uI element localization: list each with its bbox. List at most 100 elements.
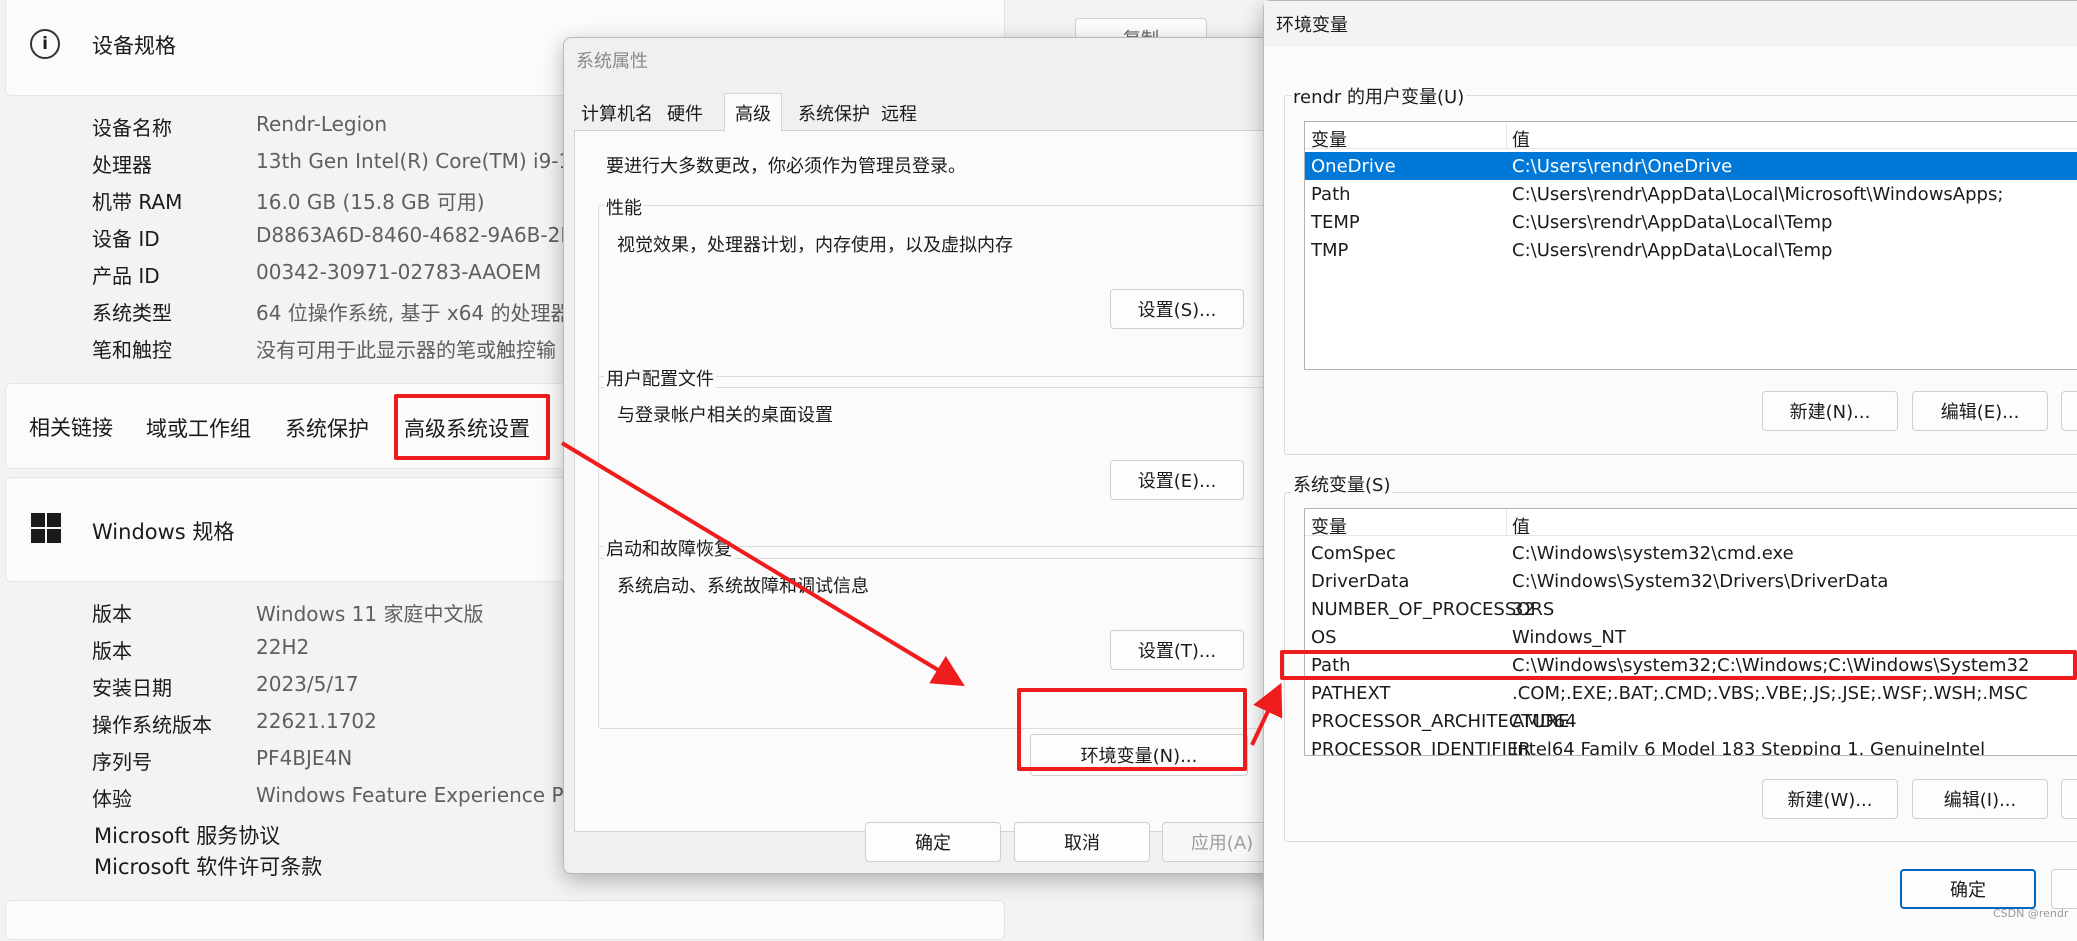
performance-label: 性能: [604, 194, 644, 220]
list-row[interactable]: ComSpec C:\Windows\system32\cmd.exe: [1305, 539, 2077, 567]
spec-value: 00342-30971-02783-AAOEM: [256, 260, 542, 284]
spec-value: 22621.1702: [256, 709, 377, 733]
var-value: C:\Windows\system32\cmd.exe: [1512, 543, 1794, 564]
tab-hardware[interactable]: 硬件: [667, 100, 703, 126]
spec-value: Windows 11 家庭中文版: [256, 602, 484, 626]
col-header-val[interactable]: 值: [1512, 126, 1530, 152]
user-new-button[interactable]: 新建(N)...: [1762, 391, 1898, 431]
info-icon: i: [30, 29, 60, 59]
var-name: PROCESSOR_IDENTIFIER: [1311, 739, 1531, 756]
list-row-selected[interactable]: OneDrive C:\Users\rendr\OneDrive: [1305, 152, 2077, 180]
var-name: OneDrive: [1311, 156, 1396, 177]
var-value: C:\Users\rendr\AppData\Local\Temp: [1512, 240, 1833, 261]
bottom-card: [5, 900, 1005, 940]
list-row[interactable]: PATHEXT .COM;.EXE;.BAT;.CMD;.VBS;.VBE;.JS…: [1305, 679, 2077, 707]
spec-label: 版本: [92, 602, 132, 626]
list-row[interactable]: TMP C:\Users\rendr\AppData\Local\Temp: [1305, 236, 2077, 264]
spec-label: 安装日期: [92, 676, 172, 700]
tab-computer-name[interactable]: 计算机名: [581, 100, 653, 126]
user-delete-button[interactable]: [2061, 391, 2077, 431]
var-value: 32: [1512, 599, 1535, 620]
var-name: PATHEXT: [1311, 683, 1391, 704]
spec-value: Windows Feature Experience Pack: [256, 783, 598, 807]
cancel-button[interactable]: 取消: [1014, 822, 1150, 862]
spec-label: 处理器: [92, 153, 152, 177]
tab-advanced[interactable]: 高级: [724, 93, 782, 131]
col-header-var[interactable]: 变量: [1311, 513, 1347, 539]
user-vars-list[interactable]: 变量 值 OneDrive C:\Users\rendr\OneDrive Pat…: [1304, 121, 2077, 370]
dialog-titlebar: [1264, 1, 2077, 47]
spec-value: 22H2: [256, 635, 310, 659]
system-properties-dialog: 系统属性 计算机名 硬件 高级 系统保护 远程 要进行大多数更改，你必须作为管理…: [563, 37, 1294, 874]
device-spec-title: 设备规格: [92, 34, 176, 58]
user-vars-label: rendr 的用户变量(U): [1291, 83, 1467, 109]
tab-system-protection[interactable]: 系统保护: [798, 100, 870, 126]
link-domain-workgroup[interactable]: 域或工作组: [146, 413, 251, 443]
performance-desc: 视觉效果，处理器计划，内存使用，以及虚拟内存: [617, 235, 1013, 256]
profile-desc: 与登录帐户相关的桌面设置: [617, 405, 833, 426]
var-value: C:\Users\rendr\OneDrive: [1512, 156, 1733, 177]
performance-settings-button[interactable]: 设置(S)...: [1110, 289, 1244, 329]
var-value: .COM;.EXE;.BAT;.CMD;.VBS;.VBE;.JS;.JSE;.…: [1512, 683, 2028, 704]
startup-settings-button[interactable]: 设置(T)...: [1110, 630, 1244, 670]
startup-label: 启动和故障恢复: [604, 535, 734, 561]
spec-value: 16.0 GB (15.8 GB 可用): [256, 190, 485, 214]
env-cancel-button[interactable]: [2051, 869, 2077, 909]
profile-settings-button[interactable]: 设置(E)...: [1110, 460, 1244, 500]
link-ms-license-terms[interactable]: Microsoft 软件许可条款: [94, 851, 322, 881]
spec-value: D8863A6D-8460-4682-9A6B-2F6: [256, 223, 585, 247]
watermark: CSDN @rendr: [1993, 907, 2069, 920]
var-name: OS: [1311, 627, 1337, 648]
spec-label: 产品 ID: [92, 264, 160, 288]
var-name: Path: [1311, 184, 1351, 205]
var-name: TEMP: [1311, 212, 1360, 233]
list-row[interactable]: NUMBER_OF_PROCESSORS 32: [1305, 595, 2077, 623]
list-row[interactable]: OS Windows_NT: [1305, 623, 2077, 651]
admin-note: 要进行大多数更改，你必须作为管理员登录。: [606, 156, 966, 177]
var-value: Windows_NT: [1512, 627, 1626, 648]
list-header: 变量 值: [1305, 509, 2077, 539]
system-delete-button[interactable]: [2061, 779, 2077, 819]
spec-label: 设备 ID: [92, 227, 160, 251]
spec-label: 序列号: [92, 750, 152, 774]
list-row[interactable]: DriverData C:\Windows\System32\Drivers\Dr…: [1305, 567, 2077, 595]
windows-logo-icon: [31, 513, 61, 543]
spec-label: 机带 RAM: [92, 190, 183, 214]
spec-label: 版本: [92, 639, 132, 663]
col-header-val[interactable]: 值: [1512, 513, 1530, 539]
spec-label: 体验: [92, 787, 132, 811]
list-row-path[interactable]: Path C:\Windows\system32;C:\Windows;C:\Wi…: [1305, 651, 2077, 679]
spec-value: 2023/5/17: [256, 672, 359, 696]
profile-label: 用户配置文件: [604, 365, 716, 391]
link-system-protection[interactable]: 系统保护: [285, 413, 369, 443]
var-value: Intel64 Family 6 Model 183 Stepping 1, G…: [1512, 739, 1986, 756]
dialog-title: 系统属性: [576, 51, 648, 72]
link-advanced-system-settings[interactable]: 高级系统设置: [404, 413, 530, 443]
spec-value: Rendr-Legion: [256, 112, 388, 136]
spec-value: PF4BJE4N: [256, 746, 353, 770]
link-ms-service-agreement[interactable]: Microsoft 服务协议: [94, 820, 280, 850]
system-vars-list[interactable]: 变量 值 ComSpec C:\Windows\system32\cmd.exe …: [1304, 508, 2077, 756]
env-vars-button[interactable]: 环境变量(N)...: [1030, 734, 1248, 776]
system-new-button[interactable]: 新建(W)...: [1762, 779, 1898, 819]
env-ok-button[interactable]: 确定: [1900, 869, 2036, 909]
related-links-label: 相关链接: [29, 416, 113, 440]
list-row[interactable]: PROCESSOR_ARCHITECTURE AMD64: [1305, 707, 2077, 735]
user-edit-button[interactable]: 编辑(E)...: [1912, 391, 2048, 431]
spec-value: 13th Gen Intel(R) Core(TM) i9-139: [256, 149, 597, 173]
dialog-title: 环境变量: [1276, 15, 1348, 36]
startup-desc: 系统启动、系统故障和调试信息: [617, 576, 869, 597]
var-value: AMD64: [1512, 711, 1577, 732]
list-row[interactable]: Path C:\Users\rendr\AppData\Local\Microso…: [1305, 180, 2077, 208]
var-name: DriverData: [1311, 571, 1410, 592]
system-edit-button[interactable]: 编辑(I)...: [1912, 779, 2048, 819]
spec-label: 设备名称: [92, 116, 172, 140]
col-header-var[interactable]: 变量: [1311, 126, 1347, 152]
spec-value: 没有可用于此显示器的笔或触控输: [256, 338, 556, 362]
list-row[interactable]: PROCESSOR_IDENTIFIER Intel64 Family 6 Mod…: [1305, 735, 2077, 756]
list-row[interactable]: TEMP C:\Users\rendr\AppData\Local\Temp: [1305, 208, 2077, 236]
spec-label: 操作系统版本: [92, 713, 212, 737]
tab-remote[interactable]: 远程: [881, 100, 917, 126]
ok-button[interactable]: 确定: [865, 822, 1001, 862]
windows-spec-title: Windows 规格: [92, 520, 235, 544]
